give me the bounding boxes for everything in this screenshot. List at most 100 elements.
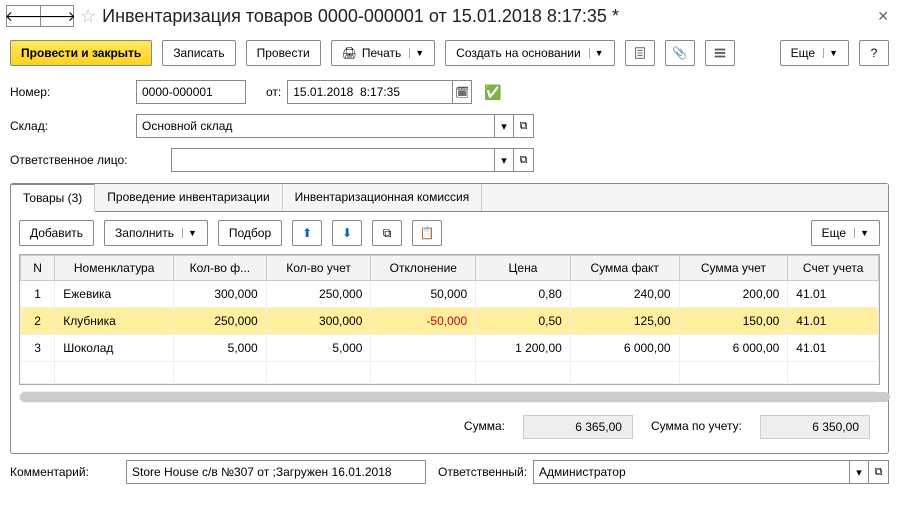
responsible-person-field[interactable] bbox=[171, 148, 494, 172]
cell-n[interactable]: 2 bbox=[21, 308, 55, 335]
cell-n[interactable]: 1 bbox=[21, 281, 55, 308]
cell-sum-fact[interactable]: 125,00 bbox=[570, 308, 679, 335]
list-button[interactable] bbox=[705, 40, 735, 66]
move-up-button[interactable]: ⬆ bbox=[292, 220, 322, 246]
cell-deviation[interactable]: 50,000 bbox=[371, 281, 476, 308]
cell-nomenclature[interactable]: Ежевика bbox=[55, 281, 174, 308]
more-label: Еще bbox=[791, 46, 815, 60]
table-row[interactable]: 3Шоколад5,0005,0001 200,006 000,006 000,… bbox=[21, 335, 879, 362]
col-sum-book[interactable]: Сумма учет bbox=[679, 256, 788, 281]
cell-deviation[interactable] bbox=[371, 335, 476, 362]
total-sum-label: Сумма: bbox=[462, 415, 507, 439]
chevron-down-icon: ▼ bbox=[182, 228, 197, 238]
col-nomenclature[interactable]: Номенклатура bbox=[55, 256, 174, 281]
total-sum-book-value: 6 350,00 bbox=[760, 415, 870, 439]
comment-label: Комментарий: bbox=[10, 465, 120, 479]
cell-sum-book[interactable]: 200,00 bbox=[679, 281, 788, 308]
date-field[interactable] bbox=[287, 80, 452, 104]
cell-sum-book[interactable]: 150,00 bbox=[679, 308, 788, 335]
bottom-responsible-dropdown[interactable]: ▾ bbox=[849, 460, 869, 484]
cell-price[interactable]: 0,80 bbox=[476, 281, 571, 308]
post-button[interactable]: Провести bbox=[246, 40, 321, 66]
cell-qty-fact[interactable]: 300,000 bbox=[174, 281, 267, 308]
cell-sum-fact[interactable]: 240,00 bbox=[570, 281, 679, 308]
col-deviation[interactable]: Отклонение bbox=[371, 256, 476, 281]
print-button[interactable]: 🖨 Печать ▼ bbox=[331, 40, 435, 66]
pick-button[interactable]: Подбор bbox=[218, 220, 282, 246]
paste-button[interactable]: 📋 bbox=[412, 220, 442, 246]
col-sum-fact[interactable]: Сумма факт bbox=[570, 256, 679, 281]
add-row-button[interactable]: Добавить bbox=[19, 220, 94, 246]
cell-nomenclature[interactable]: Шоколад bbox=[55, 335, 174, 362]
cell-qty-book[interactable]: 300,000 bbox=[266, 308, 371, 335]
move-down-button[interactable]: ⬇ bbox=[332, 220, 362, 246]
total-sum-value: 6 365,00 bbox=[523, 415, 633, 439]
bottom-responsible-field[interactable] bbox=[533, 460, 849, 484]
tab-commission[interactable]: Инвентаризационная комиссия bbox=[283, 184, 483, 211]
number-field[interactable] bbox=[136, 80, 246, 104]
tab-inventory[interactable]: Проведение инвентаризации bbox=[95, 184, 282, 211]
horizontal-scrollbar[interactable] bbox=[19, 391, 880, 403]
cell-qty-book[interactable]: 5,000 bbox=[266, 335, 371, 362]
col-qty-book[interactable]: Кол-во учет bbox=[266, 256, 371, 281]
cell-n[interactable]: 3 bbox=[21, 335, 55, 362]
page-title: Инвентаризация товаров 0000-000001 от 15… bbox=[102, 6, 873, 27]
col-price[interactable]: Цена bbox=[476, 256, 571, 281]
cell-price[interactable]: 1 200,00 bbox=[476, 335, 571, 362]
create-from-button[interactable]: Создать на основании ▼ bbox=[445, 40, 614, 66]
warehouse-open[interactable]: ⧉ bbox=[514, 114, 534, 138]
cell-account[interactable]: 41.01 bbox=[788, 281, 879, 308]
col-qty-fact[interactable]: Кол-во ф... bbox=[174, 256, 267, 281]
bottom-responsible-open[interactable]: ⧉ bbox=[869, 460, 889, 484]
table-row[interactable]: 1Ежевика300,000250,00050,0000,80240,0020… bbox=[21, 281, 879, 308]
chevron-down-icon: ▼ bbox=[409, 48, 424, 58]
table-row[interactable] bbox=[21, 362, 879, 384]
attachment-button[interactable]: 📎 bbox=[665, 40, 695, 66]
cell-account[interactable]: 41.01 bbox=[788, 335, 879, 362]
list-icon bbox=[713, 46, 727, 60]
grid-more-button[interactable]: Еще ▼ bbox=[811, 220, 880, 246]
copy-button[interactable]: ⧉ bbox=[372, 220, 402, 246]
cell-sum-book[interactable]: 6 000,00 bbox=[679, 335, 788, 362]
grid-more-label: Еще bbox=[822, 226, 846, 240]
warehouse-label: Склад: bbox=[10, 119, 130, 133]
col-account[interactable]: Счет учета bbox=[788, 256, 879, 281]
save-button[interactable]: Записать bbox=[162, 40, 235, 66]
responsible-person-label: Ответственное лицо: bbox=[10, 153, 165, 167]
help-button[interactable]: ? bbox=[859, 40, 889, 66]
comment-field[interactable] bbox=[126, 460, 426, 484]
cell-qty-fact[interactable]: 250,000 bbox=[174, 308, 267, 335]
report-button[interactable] bbox=[625, 40, 655, 66]
number-label: Номер: bbox=[10, 85, 130, 99]
fill-button[interactable]: Заполнить ▼ bbox=[104, 220, 208, 246]
document-icon bbox=[633, 46, 647, 60]
calendar-button[interactable]: 🗓 bbox=[452, 80, 472, 104]
cell-deviation[interactable]: -50,000 bbox=[371, 308, 476, 335]
responsible-open[interactable]: ⧉ bbox=[514, 148, 534, 172]
warehouse-field[interactable] bbox=[136, 114, 494, 138]
cell-nomenclature[interactable]: Клубника bbox=[55, 308, 174, 335]
goods-table[interactable]: N Номенклатура Кол-во ф... Кол-во учет О… bbox=[19, 254, 880, 385]
paste-icon: 📋 bbox=[420, 226, 435, 240]
responsible-dropdown[interactable]: ▾ bbox=[494, 148, 514, 172]
nav-forward-button[interactable]: 🡒 bbox=[40, 5, 74, 27]
printer-icon: 🖨 bbox=[342, 46, 357, 60]
total-sum-book-label: Сумма по учету: bbox=[649, 415, 744, 439]
cell-price[interactable]: 0,50 bbox=[476, 308, 571, 335]
cell-account[interactable]: 41.01 bbox=[788, 308, 879, 335]
cell-qty-fact[interactable]: 5,000 bbox=[174, 335, 267, 362]
paperclip-icon: 📎 bbox=[672, 46, 687, 60]
cell-qty-book[interactable]: 250,000 bbox=[266, 281, 371, 308]
post-and-close-button[interactable]: Провести и закрыть bbox=[10, 40, 152, 66]
col-n[interactable]: N bbox=[21, 256, 55, 281]
bottom-responsible-label: Ответственный: bbox=[438, 465, 527, 479]
close-icon[interactable]: ✕ bbox=[873, 8, 893, 25]
cell-sum-fact[interactable]: 6 000,00 bbox=[570, 335, 679, 362]
tab-goods[interactable]: Товары (3) bbox=[11, 184, 95, 212]
more-button[interactable]: Еще ▼ bbox=[780, 40, 849, 66]
warehouse-dropdown[interactable]: ▾ bbox=[494, 114, 514, 138]
nav-back-button[interactable]: 🡐 bbox=[6, 5, 40, 27]
favorite-star-icon[interactable]: ☆ bbox=[80, 6, 96, 27]
check-icon[interactable]: ✅ bbox=[484, 84, 501, 101]
table-row[interactable]: 2Клубника250,000300,000-50,0000,50125,00… bbox=[21, 308, 879, 335]
